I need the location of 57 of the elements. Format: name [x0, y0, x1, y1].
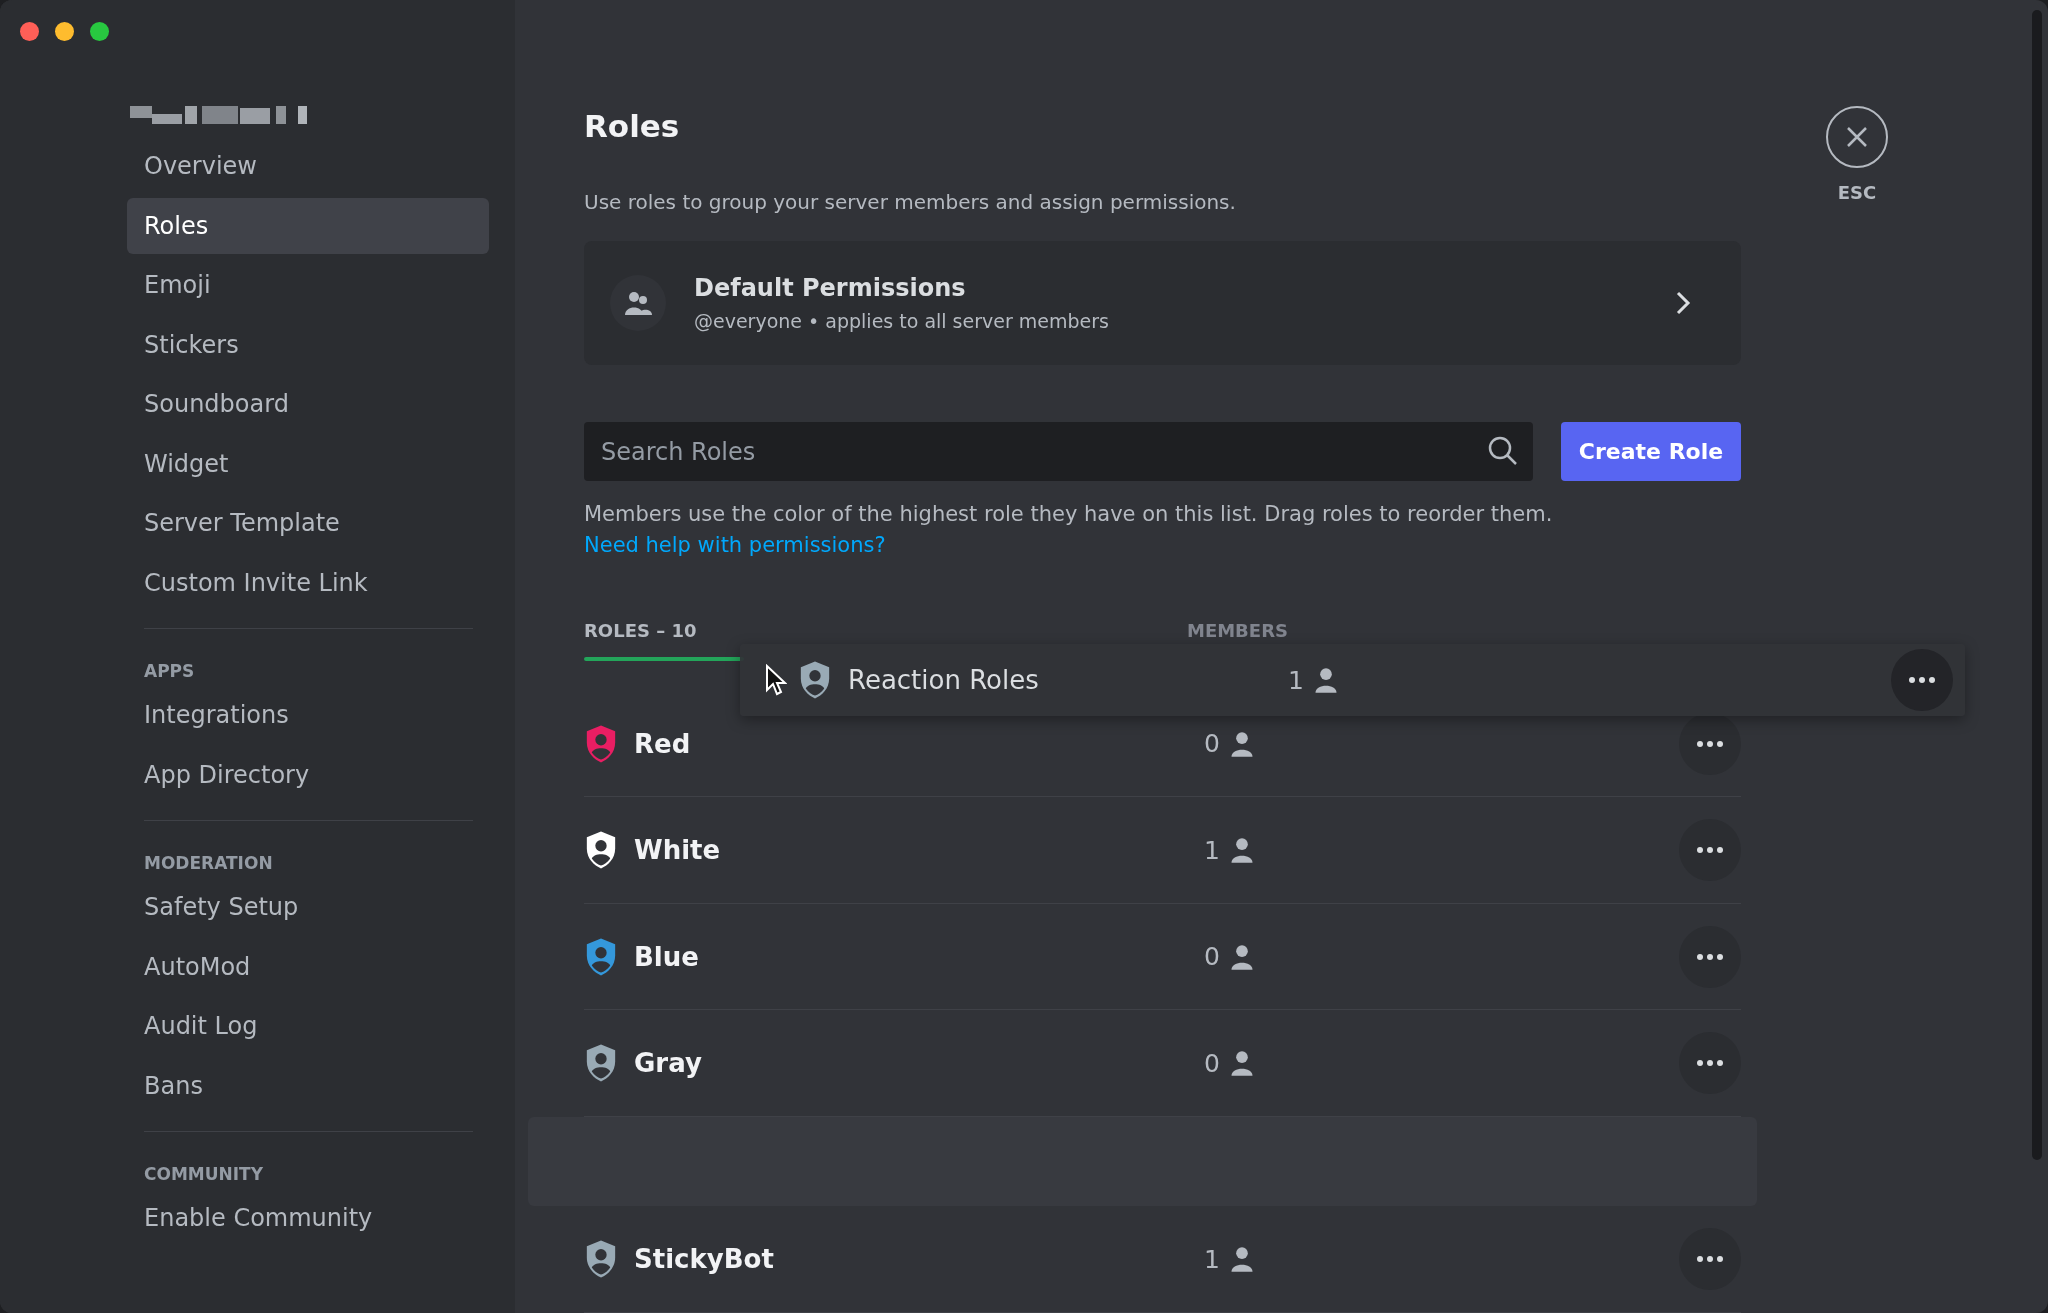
help-text: Members use the color of the highest role they have on this list. Drag roles to reorder them. Need help with permissions? — [584, 501, 1554, 560]
close-icon — [1846, 126, 1868, 148]
chevron-right-icon — [1675, 290, 1691, 317]
more-icon — [1696, 1059, 1724, 1068]
roles-count-header: ROLES – 10 — [584, 619, 697, 641]
create-role-button[interactable]: Create Role — [1561, 422, 1741, 482]
close-button[interactable] — [1826, 106, 1888, 168]
sidebar-item[interactable]: Server Template — [127, 495, 489, 551]
esc-label: ESC — [1837, 182, 1877, 203]
member-count: 0 — [1204, 729, 1220, 759]
sidebar-item[interactable]: Widget — [127, 435, 489, 492]
mouse-cursor-icon — [765, 664, 787, 696]
sidebar-item[interactable]: Roles — [127, 197, 489, 254]
member-count: 1 — [1288, 665, 1304, 695]
dragged-role-row[interactable]: Reaction Roles 1 — [740, 644, 1965, 716]
sidebar-item[interactable]: Soundboard — [127, 376, 489, 432]
sidebar-item[interactable]: Stickers — [127, 316, 489, 373]
more-icon — [1696, 739, 1724, 748]
members-header: MEMBERS — [1187, 619, 1288, 641]
member-count: 0 — [1204, 942, 1220, 972]
role-name: Red — [634, 728, 692, 759]
section-header: COMMUNITY — [143, 1163, 265, 1186]
search-field[interactable]: Search Roles — [584, 422, 1533, 482]
sidebar-item[interactable]: Emoji — [127, 257, 489, 313]
sidebar-item[interactable]: Safety Setup — [127, 879, 489, 935]
sidebar-item[interactable]: AutoMod — [127, 938, 489, 995]
sidebar-item[interactable]: Custom Invite Link — [127, 554, 489, 611]
role-name: Reaction Roles — [848, 665, 1040, 695]
help-link[interactable]: Need help with permissions? — [584, 533, 886, 558]
sidebar-item[interactable]: Bans — [127, 1057, 489, 1114]
zoom-window-button[interactable] — [90, 22, 109, 41]
role-name: StickyBot — [634, 1244, 775, 1275]
more-icon — [1908, 676, 1936, 684]
member-count: 1 — [1204, 1244, 1220, 1274]
section-header: MODERATION — [143, 852, 274, 875]
sidebar-item[interactable]: Overview — [127, 138, 489, 194]
sidebar-item[interactable]: Integrations — [127, 687, 489, 743]
section-header: APPS — [143, 660, 196, 683]
sidebar-item[interactable]: Enable Community — [127, 1190, 489, 1246]
role-name: Blue — [634, 941, 700, 972]
card-title: Default Permissions — [694, 274, 967, 303]
more-icon — [1696, 846, 1724, 855]
member-count: 1 — [1204, 835, 1220, 865]
card-subtitle: @everyone • applies to all server members — [694, 310, 1110, 333]
page-description: Use roles to group your server members and assign permissions. — [584, 190, 1237, 214]
member-count: 0 — [1204, 1048, 1220, 1078]
role-name: White — [634, 835, 722, 866]
close-window-button[interactable] — [20, 22, 39, 41]
sidebar-item[interactable]: App Directory — [127, 746, 489, 803]
role-name: Gray — [634, 1048, 703, 1079]
more-icon — [1696, 1255, 1724, 1264]
more-icon — [1696, 952, 1724, 961]
page-title: Roles — [584, 108, 681, 144]
scrollbar[interactable] — [2032, 10, 2042, 1160]
minimize-window-button[interactable] — [55, 22, 74, 41]
default-permissions-card[interactable]: Default Permissions @everyone • applies to all server members — [584, 241, 1741, 366]
sidebar-item[interactable]: Audit Log — [127, 998, 489, 1054]
